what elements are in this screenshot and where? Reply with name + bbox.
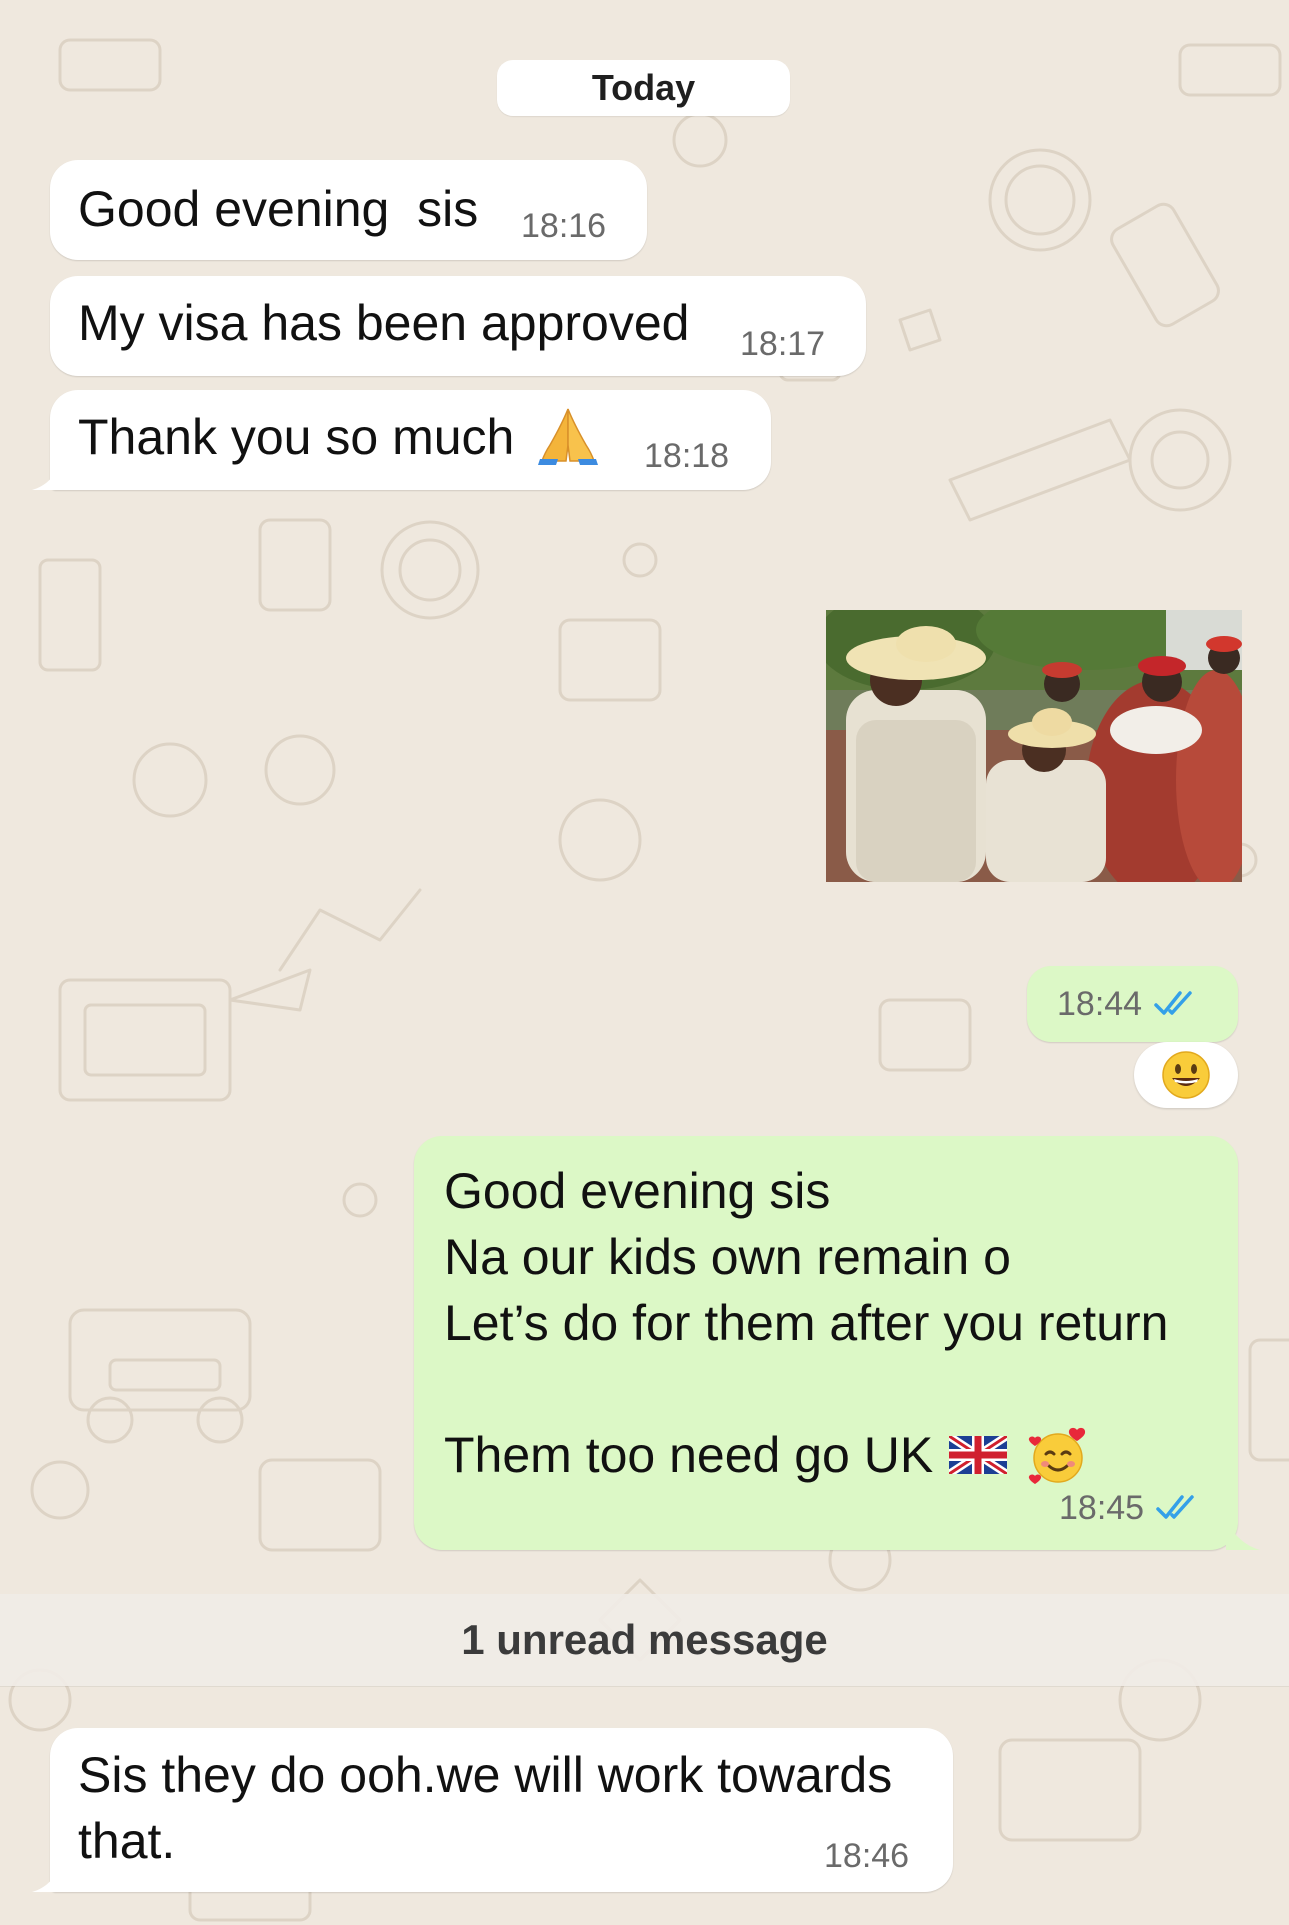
flag-uk-icon	[949, 1436, 1008, 1474]
incoming-message[interactable]: Thank you so much 18:18	[50, 390, 771, 490]
message-text: My visa has been approved	[78, 295, 690, 351]
message-line: Sis they do ooh.we will work towards	[78, 1747, 893, 1803]
message-line: Them too need go UK	[444, 1427, 934, 1483]
message-line: Let’s do for them after you return	[444, 1295, 1169, 1351]
message-time: 18:45	[1059, 1488, 1200, 1528]
incoming-message[interactable]: My visa has been approved 18:17	[50, 276, 866, 376]
folded-hands-emoji	[538, 405, 599, 465]
message-line: Good evening sis	[444, 1163, 831, 1219]
bubble-tail	[1226, 1520, 1260, 1550]
read-ticks-icon	[1154, 991, 1192, 1015]
chat-thread[interactable]: Today Good evening sis 18:16 My visa has…	[0, 0, 1289, 1925]
message-time: 18:18	[644, 437, 730, 475]
message-time: 18:46	[824, 1837, 910, 1875]
message-time: 18:44	[1057, 984, 1198, 1024]
message-line: that.	[78, 1813, 176, 1869]
message-line-with-emoji: Them too need go UK	[444, 1422, 1238, 1488]
outgoing-message-meta[interactable]: 18:44	[1027, 966, 1238, 1042]
message-text: Thank you so much	[78, 409, 515, 465]
outgoing-message[interactable]: Good evening sis Na our kids own remain …	[414, 1136, 1238, 1550]
incoming-message[interactable]: Sis they do ooh.we will work towards tha…	[50, 1728, 953, 1892]
read-ticks-icon	[1156, 1495, 1194, 1519]
smiling-face-with-hearts-icon	[1029, 1427, 1086, 1484]
message-reaction[interactable]	[1134, 1042, 1238, 1108]
unread-messages-divider: 1 unread message	[0, 1594, 1289, 1686]
grinning-face-icon	[1162, 1051, 1210, 1099]
message-line: Na our kids own remain o	[444, 1229, 1011, 1285]
message-line	[444, 1356, 1238, 1422]
message-text: Good evening sis	[78, 181, 479, 237]
video-thumbnail[interactable]	[826, 610, 1242, 882]
message-time: 18:17	[740, 325, 826, 363]
bubble-tail	[32, 460, 62, 490]
bubble-tail	[32, 1862, 62, 1892]
incoming-message[interactable]: Good evening sis 18:16	[50, 160, 647, 260]
message-time: 18:16	[521, 207, 607, 245]
date-separator: Today	[497, 60, 790, 116]
